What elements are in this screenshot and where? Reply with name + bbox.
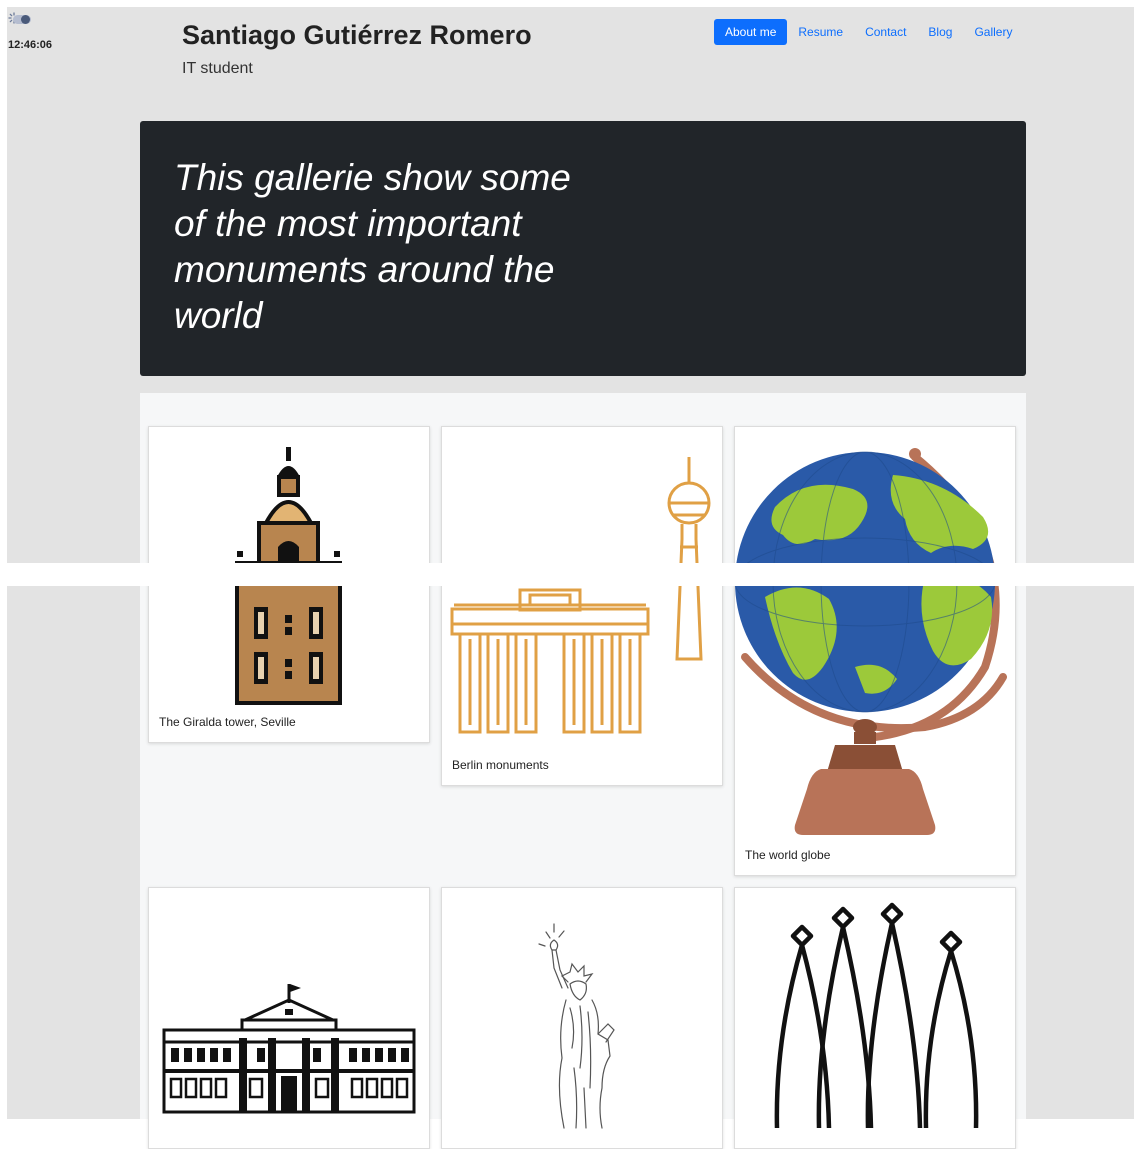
card-caption: The world globe <box>745 848 831 862</box>
gallery-grid: The Giralda tower, Seville Berlin monume… <box>140 393 1026 1149</box>
nav-about-me[interactable]: About me <box>714 19 788 45</box>
gallery-card[interactable]: Berlin monuments <box>441 426 723 786</box>
screenshot-gap <box>0 563 1134 586</box>
nav-gallery[interactable]: Gallery <box>963 19 1023 45</box>
sun-toggle-icon[interactable] <box>8 12 34 32</box>
hero-title: This gallerie show some of the most impo… <box>174 157 571 336</box>
window-row <box>164 1038 414 1112</box>
site-owner-name: Santiago Gutiérrez Romero <box>182 20 532 50</box>
sagrada-familia-icon <box>774 902 979 1129</box>
main-nav: About me Resume Contact Blog Gallery <box>714 19 1023 45</box>
nav-contact[interactable]: Contact <box>854 19 917 45</box>
statue-of-liberty-icon <box>538 923 615 1129</box>
theme-toggle-widget[interactable]: 12:46:06 <box>8 12 52 51</box>
clock-time: 12:46:06 <box>8 39 53 51</box>
gallery-card[interactable]: The world globe <box>734 426 1016 876</box>
site-owner-role: IT student <box>182 60 253 77</box>
white-house-icon <box>162 984 416 1114</box>
berlin-monuments-icon <box>450 457 711 734</box>
nav-blog[interactable]: Blog <box>917 19 963 45</box>
gallery-card[interactable] <box>441 887 723 1149</box>
card-caption: Berlin monuments <box>452 758 549 772</box>
gallery-card[interactable] <box>148 887 430 1149</box>
gallery-card[interactable] <box>734 887 1016 1149</box>
hero-banner: This gallerie show some of the most impo… <box>140 121 1026 376</box>
world-globe-icon <box>735 448 1007 835</box>
nav-resume[interactable]: Resume <box>787 19 854 45</box>
card-caption: The Giralda tower, Seville <box>159 715 296 729</box>
